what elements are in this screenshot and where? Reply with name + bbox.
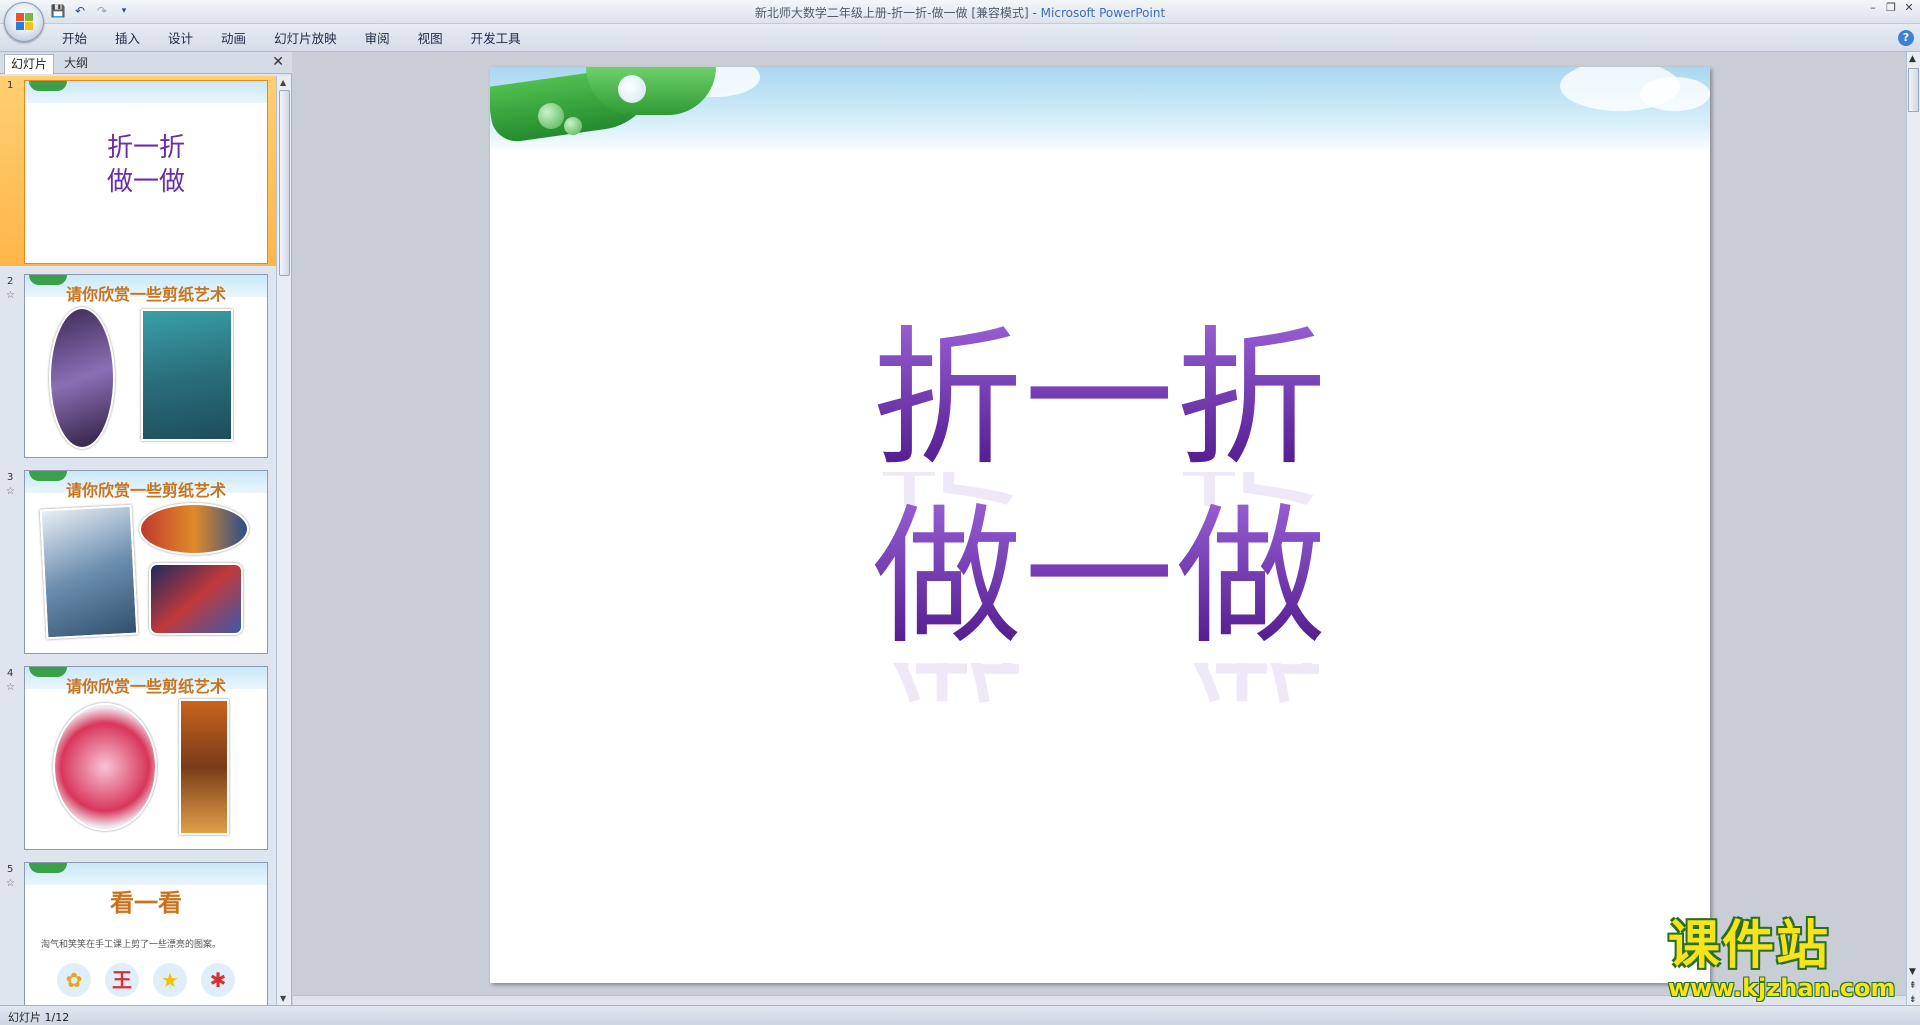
- tab-insert[interactable]: 插入: [101, 30, 154, 48]
- thumb-title: 请你欣赏一些剪纸艺术: [65, 285, 226, 304]
- slide-thumbnail-1[interactable]: 1 折一折 做一做: [0, 76, 276, 266]
- thumb-title: 请你欣赏一些剪纸艺术: [65, 677, 226, 696]
- papercut-badge-icon: ★: [153, 963, 187, 997]
- tab-home[interactable]: 开始: [48, 30, 101, 48]
- slide-preview: 看一看 淘气和笑笑在手工课上剪了一些漂亮的图案。 ✿ 王 ★ ✱: [24, 862, 268, 1005]
- slide-number: 5: [7, 864, 14, 875]
- tab-outline[interactable]: 大纲: [58, 54, 94, 74]
- tab-design[interactable]: 设计: [154, 30, 207, 48]
- slide-preview: 请你欣赏一些剪纸艺术: [24, 470, 268, 654]
- pane-tabs: 幻灯片 大纲 ✕: [0, 52, 292, 74]
- papercut-image: [49, 307, 115, 449]
- papercut-image: [39, 504, 139, 640]
- slide-thumbnail-3[interactable]: 3 ☆ 请你欣赏一些剪纸艺术: [0, 468, 276, 658]
- leaf-decoration: [29, 863, 67, 873]
- animation-star-icon: ☆: [6, 878, 15, 889]
- water-drop-decoration: [564, 117, 582, 135]
- scroll-up-icon[interactable]: ▲: [280, 78, 286, 87]
- papercut-image: [53, 703, 157, 831]
- tab-slides[interactable]: 幻灯片: [4, 54, 55, 74]
- title-bar: 💾 ↶ ↷ ▾ 新北师大数学二年级上册-折一折-做一做 [兼容模式] - Mic…: [0, 0, 1920, 24]
- slide-thumbnail-4[interactable]: 4 ☆ 请你欣赏一些剪纸艺术: [0, 664, 276, 854]
- papercut-badge-icon: ✿: [57, 963, 91, 997]
- thumb-subtitle: 淘气和笑笑在手工课上剪了一些漂亮的图案。: [41, 940, 222, 950]
- kjzhan-watermark-logo: 课件站 www.kjzhan.com: [1668, 918, 1898, 1004]
- papercut-badge-icon: 王: [105, 963, 139, 997]
- tab-slideshow[interactable]: 幻灯片放映: [260, 30, 351, 48]
- title-reflection: 做一做: [490, 663, 1710, 713]
- snail-decoration: [618, 75, 646, 103]
- watermark-url: www.kjzhan.com: [1668, 974, 1896, 1002]
- status-bar: 幻灯片 1/12: [0, 1005, 1920, 1025]
- slide-thumbnail-5[interactable]: 5 ☆ 看一看 淘气和笑笑在手工课上剪了一些漂亮的图案。 ✿ 王 ★ ✱: [0, 860, 276, 1005]
- scrollbar-thumb[interactable]: [279, 90, 290, 276]
- thumb-title-line2: 做一做: [106, 167, 185, 197]
- app-name: Microsoft PowerPoint: [1040, 6, 1166, 20]
- scroll-down-icon[interactable]: ▼: [1909, 967, 1916, 977]
- slide-title-line2[interactable]: 做一做: [490, 493, 1710, 663]
- next-slide-icon[interactable]: ⇟: [1909, 995, 1917, 1005]
- window-title: 新北师大数学二年级上册-折一折-做一做 [兼容模式] - Microsoft P…: [754, 6, 1166, 20]
- slide-scrollbar[interactable]: ▲ ▼ ⇞ ⇟: [1906, 52, 1920, 1005]
- slide-thumbnails: 1 折一折 做一做 2 ☆ 请你欣赏一些剪纸艺术 3 ☆ 请你欣赏一些剪纸艺术 …: [0, 76, 276, 1005]
- slide-editor: 折一折 折一折 做一做 做一做: [293, 52, 1906, 1005]
- water-drop-decoration: [538, 103, 564, 129]
- slide-number: 4: [7, 668, 14, 679]
- leaf-decoration: [29, 81, 67, 91]
- restore-icon[interactable]: ❐: [1884, 2, 1898, 14]
- papercut-image: [149, 563, 243, 635]
- help-icon[interactable]: ?: [1898, 30, 1914, 46]
- slide-number: 2: [7, 276, 14, 287]
- slide-title-line1[interactable]: 折一折: [490, 315, 1710, 485]
- window-controls: – ❐ ✕: [1866, 2, 1916, 14]
- tab-developer[interactable]: 开发工具: [457, 30, 535, 48]
- slide-counter: 幻灯片 1/12: [8, 1011, 70, 1024]
- slide-number: 3: [7, 472, 14, 483]
- animation-star-icon: ☆: [6, 290, 15, 301]
- slide-preview: 请你欣赏一些剪纸艺术: [24, 274, 268, 458]
- slide-preview: 请你欣赏一些剪纸艺术: [24, 666, 268, 850]
- papercut-image: [141, 309, 233, 441]
- cloud-decoration: [1640, 77, 1710, 111]
- thumb-title: 请你欣赏一些剪纸艺术: [65, 481, 226, 500]
- horizontal-scrollbar[interactable]: [293, 995, 1906, 1005]
- animation-star-icon: ☆: [6, 682, 15, 693]
- previous-slide-icon[interactable]: ⇞: [1909, 981, 1917, 991]
- papercut-badge-icon: ✱: [201, 963, 235, 997]
- tab-animations[interactable]: 动画: [207, 30, 260, 48]
- papercut-image: [139, 503, 249, 555]
- tab-view[interactable]: 视图: [404, 30, 457, 48]
- tab-review[interactable]: 审阅: [351, 30, 404, 48]
- slide-thumbnail-2[interactable]: 2 ☆ 请你欣赏一些剪纸艺术: [0, 272, 276, 462]
- slide-number: 1: [7, 80, 14, 91]
- papercut-image: [179, 699, 229, 835]
- current-slide[interactable]: 折一折 折一折 做一做 做一做: [490, 67, 1710, 983]
- office-logo-icon: [16, 13, 34, 31]
- close-pane-icon[interactable]: ✕: [272, 54, 284, 70]
- scrollbar-thumb[interactable]: [1908, 68, 1919, 112]
- scroll-down-icon[interactable]: ▼: [280, 994, 286, 1003]
- thumbnail-scrollbar[interactable]: ▲ ▼: [276, 76, 291, 1005]
- watermark-brand: 课件站: [1668, 916, 1831, 976]
- thumb-title-line1: 折一折: [106, 133, 185, 163]
- scroll-up-icon[interactable]: ▲: [1909, 54, 1916, 64]
- ribbon: 开始 插入 设计 动画 幻灯片放映 审阅 视图 开发工具 ?: [0, 24, 1920, 52]
- animation-star-icon: ☆: [6, 486, 15, 497]
- close-icon[interactable]: ✕: [1902, 2, 1916, 14]
- minimize-icon[interactable]: –: [1866, 2, 1880, 14]
- slide-preview: 折一折 做一做: [24, 80, 268, 264]
- slides-pane: 幻灯片 大纲 ✕ 1 折一折 做一做 2 ☆ 请你欣赏一些剪纸艺术 3 ☆ 请你…: [0, 52, 292, 1005]
- ribbon-tabs: 开始 插入 设计 动画 幻灯片放映 审阅 视图 开发工具: [48, 30, 535, 48]
- thumb-title: 看一看: [110, 888, 182, 917]
- document-title: 新北师大数学二年级上册-折一折-做一做 [兼容模式]: [754, 6, 1029, 20]
- office-button[interactable]: [4, 2, 44, 42]
